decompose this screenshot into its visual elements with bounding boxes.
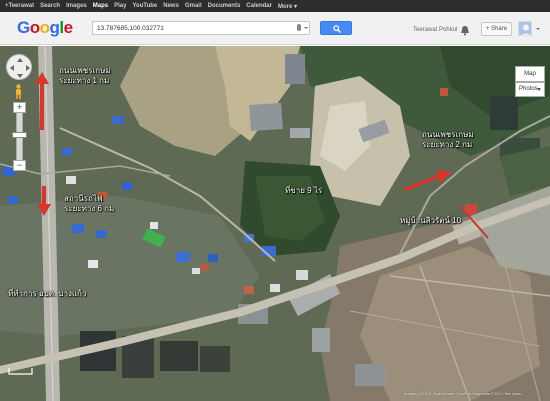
share-button[interactable]: + Share (481, 22, 512, 36)
label-line: หมู่บ้านสิวรัตน์ 10 (400, 216, 462, 225)
label-railway-6km: สถานีรถไฟ ระยะทาง 6 กม (64, 194, 114, 214)
logo-letter: o (29, 18, 40, 37)
label-district-office: ที่ทำการ อบต. บางแก้ว (8, 289, 86, 299)
satellite-map[interactable]: ถนนเพชรเกษม ระยะทาง 1 กม สถานีรถไฟ ระยะท… (0, 46, 550, 401)
chevron-down-icon[interactable] (537, 88, 541, 91)
logo-letter: G (17, 18, 30, 37)
pan-control-icon[interactable] (6, 54, 32, 80)
label-line: ระยะทาง 2 กม (422, 140, 473, 149)
maps-header: Google 13.787685,100.032771 Teerawat Poh… (0, 12, 550, 45)
satellite-imagery (0, 46, 550, 401)
search-button[interactable] (320, 21, 352, 35)
label-for-sale: ที่ขาย 9 ไร่ (285, 186, 322, 196)
logo-letter: g (49, 18, 60, 37)
gbar-item[interactable]: Images (63, 3, 90, 9)
gbar-item[interactable]: Play (111, 3, 129, 9)
map-type-button[interactable]: Map (515, 66, 545, 82)
logo-letter: o (39, 18, 50, 37)
user-name[interactable]: Teerawat Pohkul (413, 27, 457, 33)
gbar-item[interactable]: +Teerawat (2, 3, 37, 9)
gbar-item[interactable]: Gmail (182, 3, 205, 9)
zoom-in-button[interactable]: + (13, 102, 26, 113)
zoom-out-button[interactable]: − (13, 160, 26, 171)
label-line: ระยะทาง 6 กม (64, 204, 115, 213)
notification-bell-icon[interactable] (459, 25, 471, 36)
label-village: หมู่บ้านสิวรัตน์ 10 (400, 216, 461, 226)
chevron-down-icon[interactable] (304, 27, 308, 29)
microphone-icon[interactable] (297, 24, 301, 31)
label-line: ถนนเพชรเกษม (422, 130, 474, 139)
zoom-slider-thumb[interactable] (12, 132, 27, 138)
gbar-item[interactable]: Search (37, 3, 63, 9)
label-line: สถานีรถไฟ (64, 194, 103, 203)
search-icon (333, 25, 341, 33)
label-line: ระยะทาง 1 กม (59, 76, 110, 85)
map-copyright: Imagery ©2012 DigitalGlobe, GeoEye, Map … (404, 391, 521, 396)
google-logo[interactable]: Google (17, 18, 73, 38)
google-bar: +Teerawat Search Images Maps Play YouTube News… (0, 0, 550, 12)
logo-letter: e (63, 18, 73, 37)
label-phetkasem-1km: ถนนเพชรเกษม ระยะทาง 1 กม (59, 66, 111, 86)
gbar-item[interactable]: Maps (90, 3, 111, 9)
label-line: ที่ทำการ อบต. บางแก้ว (8, 289, 87, 298)
gbar-item[interactable]: YouTube (129, 3, 160, 9)
label-line: ถนนเพชรเกษม (59, 66, 111, 75)
gbar-item[interactable]: Documents (205, 3, 244, 9)
scale-bar (8, 368, 33, 375)
chevron-down-icon[interactable] (536, 28, 540, 30)
gbar-item[interactable]: News (160, 3, 182, 9)
gbar-item[interactable]: More ▾ (275, 3, 300, 10)
label-phetkasem-2km: ถนนเพชรเกษม ระยะทาง 2 กม (422, 130, 474, 150)
gbar-item[interactable]: Calendar (243, 3, 275, 9)
pegman-icon[interactable] (14, 84, 23, 99)
label-line: ที่ขาย 9 ไร่ (285, 186, 323, 195)
avatar[interactable] (518, 21, 532, 36)
search-input[interactable]: 13.787685,100.032771 (92, 21, 310, 35)
